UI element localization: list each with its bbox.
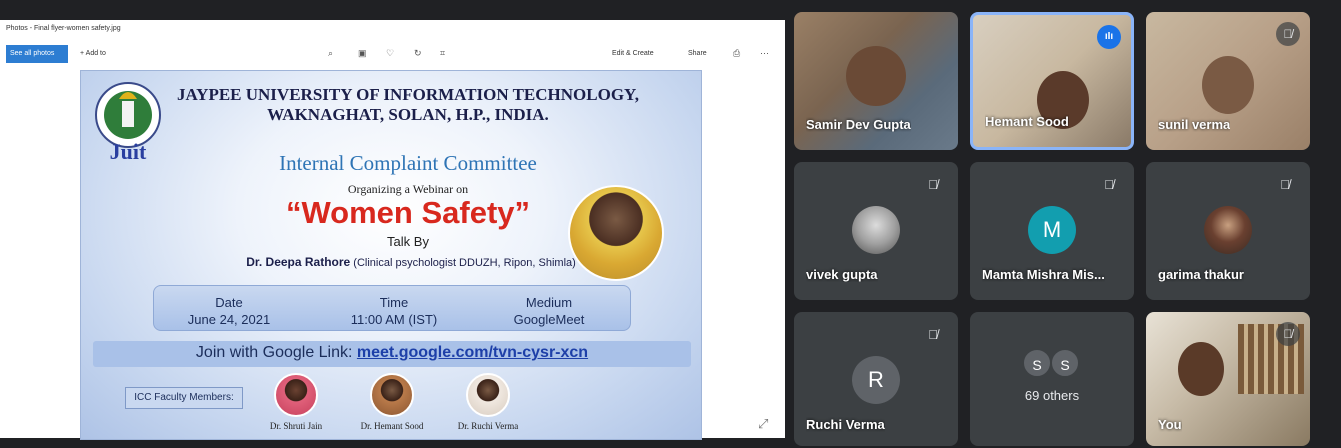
meet-link[interactable]: meet.google.com/tvn-cysr-xcn bbox=[357, 344, 588, 361]
others-avatar: S bbox=[1022, 348, 1052, 378]
medium-column: Medium GoogleMeet bbox=[474, 294, 624, 328]
participant-video bbox=[1178, 342, 1224, 396]
participant-name: You bbox=[1158, 417, 1182, 432]
favorite-icon[interactable]: ♡ bbox=[386, 48, 394, 59]
participant-tile[interactable]: 🎙̸ garima thakur bbox=[1146, 162, 1310, 300]
avatar: R bbox=[852, 356, 900, 404]
participant-tile-speaking[interactable]: ıIı Hemant Sood bbox=[970, 12, 1134, 150]
logo-text: Juit bbox=[110, 139, 147, 164]
time-value: 11:00 AM (IST) bbox=[350, 312, 438, 327]
faculty-label: ICC Faculty Members: bbox=[125, 387, 243, 409]
mic-off-icon: 🎙̸ bbox=[928, 327, 938, 342]
participant-name: Mamta Mishra Mis... bbox=[982, 267, 1105, 282]
avatar bbox=[1204, 206, 1252, 254]
participant-name: Samir Dev Gupta bbox=[806, 117, 911, 132]
webinar-flyer: Juit JAYPEE UNIVERSITY OF INFORMATION TE… bbox=[80, 70, 702, 440]
participant-tile[interactable]: Samir Dev Gupta bbox=[794, 12, 958, 150]
participant-tile[interactable]: 🎙̸ R Ruchi Verma bbox=[794, 312, 958, 446]
self-view-tile[interactable]: 🎙̸ You bbox=[1146, 312, 1310, 446]
university-line-1: JAYPEE UNIVERSITY OF INFORMATION TECHNOL… bbox=[176, 85, 640, 104]
participant-name: Ruchi Verma bbox=[806, 417, 885, 432]
add-to-button[interactable]: + Add to bbox=[80, 50, 106, 57]
avatar bbox=[852, 206, 900, 254]
presented-screen: Photos - Final flyer-women safety.jpg Se… bbox=[0, 20, 785, 440]
more-options-icon[interactable]: ⋯ bbox=[760, 48, 769, 59]
date-label: Date bbox=[215, 295, 243, 310]
mic-off-icon: 🎙̸ bbox=[1276, 322, 1300, 346]
faculty-member: Dr. Ruchi Verma bbox=[443, 373, 533, 431]
print-icon[interactable]: ⎙ bbox=[733, 48, 740, 59]
avatar: M bbox=[1028, 206, 1076, 254]
faculty-name: Dr. Hemant Sood bbox=[360, 421, 424, 431]
university-name: JAYPEE UNIVERSITY OF INFORMATION TECHNOL… bbox=[173, 85, 643, 125]
speaker-detail: (Clinical psychologist DDUZH, Ripon, Shi… bbox=[353, 257, 576, 269]
see-all-photos-button[interactable]: See all photos bbox=[6, 45, 68, 63]
participant-name: vivek gupta bbox=[806, 267, 878, 282]
faculty-photo bbox=[466, 373, 510, 417]
mic-off-icon: 🎙̸ bbox=[1276, 22, 1300, 46]
mic-off-icon: 🎙̸ bbox=[1104, 177, 1114, 192]
medium-label: Medium bbox=[525, 295, 573, 310]
others-avatar: S bbox=[1050, 348, 1080, 378]
faculty-name: Dr. Ruchi Verma bbox=[457, 421, 519, 431]
speaker-name: Dr. Deepa Rathore bbox=[246, 255, 351, 269]
mic-off-icon: 🎙̸ bbox=[1280, 177, 1290, 192]
juit-logo: Juit bbox=[95, 82, 161, 164]
mic-off-icon: 🎙̸ bbox=[928, 177, 938, 192]
faculty-name: Dr. Shruti Jain bbox=[269, 421, 323, 431]
others-tile[interactable]: S S 69 others bbox=[970, 312, 1134, 446]
university-line-2: WAKNAGHAT, SOLAN, H.P., INDIA. bbox=[267, 105, 549, 124]
edit-create-button[interactable]: Edit & Create bbox=[612, 50, 654, 57]
medium-value: GoogleMeet bbox=[513, 312, 585, 327]
speaker-photo bbox=[568, 185, 664, 281]
others-count: 69 others bbox=[1024, 388, 1080, 403]
event-info-box: Date June 24, 2021 Time 11:00 AM (IST) M… bbox=[153, 285, 631, 331]
faculty-photo bbox=[370, 373, 414, 417]
faculty-member: Dr. Shruti Jain bbox=[251, 373, 341, 431]
faculty-photo bbox=[274, 373, 318, 417]
participant-tile[interactable]: 🎙̸ vivek gupta bbox=[794, 162, 958, 300]
delete-icon[interactable]: ▣ bbox=[358, 48, 367, 59]
expand-icon[interactable]: ⤢ bbox=[758, 416, 768, 432]
participant-name: sunil verma bbox=[1158, 117, 1231, 132]
date-column: Date June 24, 2021 bbox=[154, 294, 304, 328]
committee-title: Internal Complaint Committee bbox=[279, 151, 537, 175]
date-value: June 24, 2021 bbox=[187, 312, 271, 327]
participant-video bbox=[846, 46, 906, 106]
join-text: Join with Google Link: bbox=[195, 344, 353, 361]
time-column: Time 11:00 AM (IST) bbox=[319, 294, 469, 328]
participant-video bbox=[1202, 56, 1254, 114]
participant-name: garima thakur bbox=[1158, 267, 1244, 282]
meet-window: Photos - Final flyer-women safety.jpg Se… bbox=[0, 0, 1341, 448]
participant-tile[interactable]: 🎙̸ sunil verma bbox=[1146, 12, 1310, 150]
zoom-icon[interactable]: ⌕ bbox=[328, 48, 333, 59]
participant-tile[interactable]: 🎙̸ M Mamta Mishra Mis... bbox=[970, 162, 1134, 300]
photos-window-title: Photos - Final flyer-women safety.jpg bbox=[6, 25, 121, 32]
share-button[interactable]: Share bbox=[688, 50, 707, 57]
participant-name: Hemant Sood bbox=[985, 114, 1069, 129]
rotate-icon[interactable]: ↻ bbox=[414, 48, 422, 59]
faculty-member: Dr. Hemant Sood bbox=[347, 373, 437, 431]
audio-level-icon: ıIı bbox=[1097, 25, 1121, 49]
time-label: Time bbox=[379, 295, 409, 310]
join-link-bar: Join with Google Link: meet.google.com/t… bbox=[93, 341, 691, 367]
crop-icon[interactable]: ⌗ bbox=[440, 48, 445, 59]
